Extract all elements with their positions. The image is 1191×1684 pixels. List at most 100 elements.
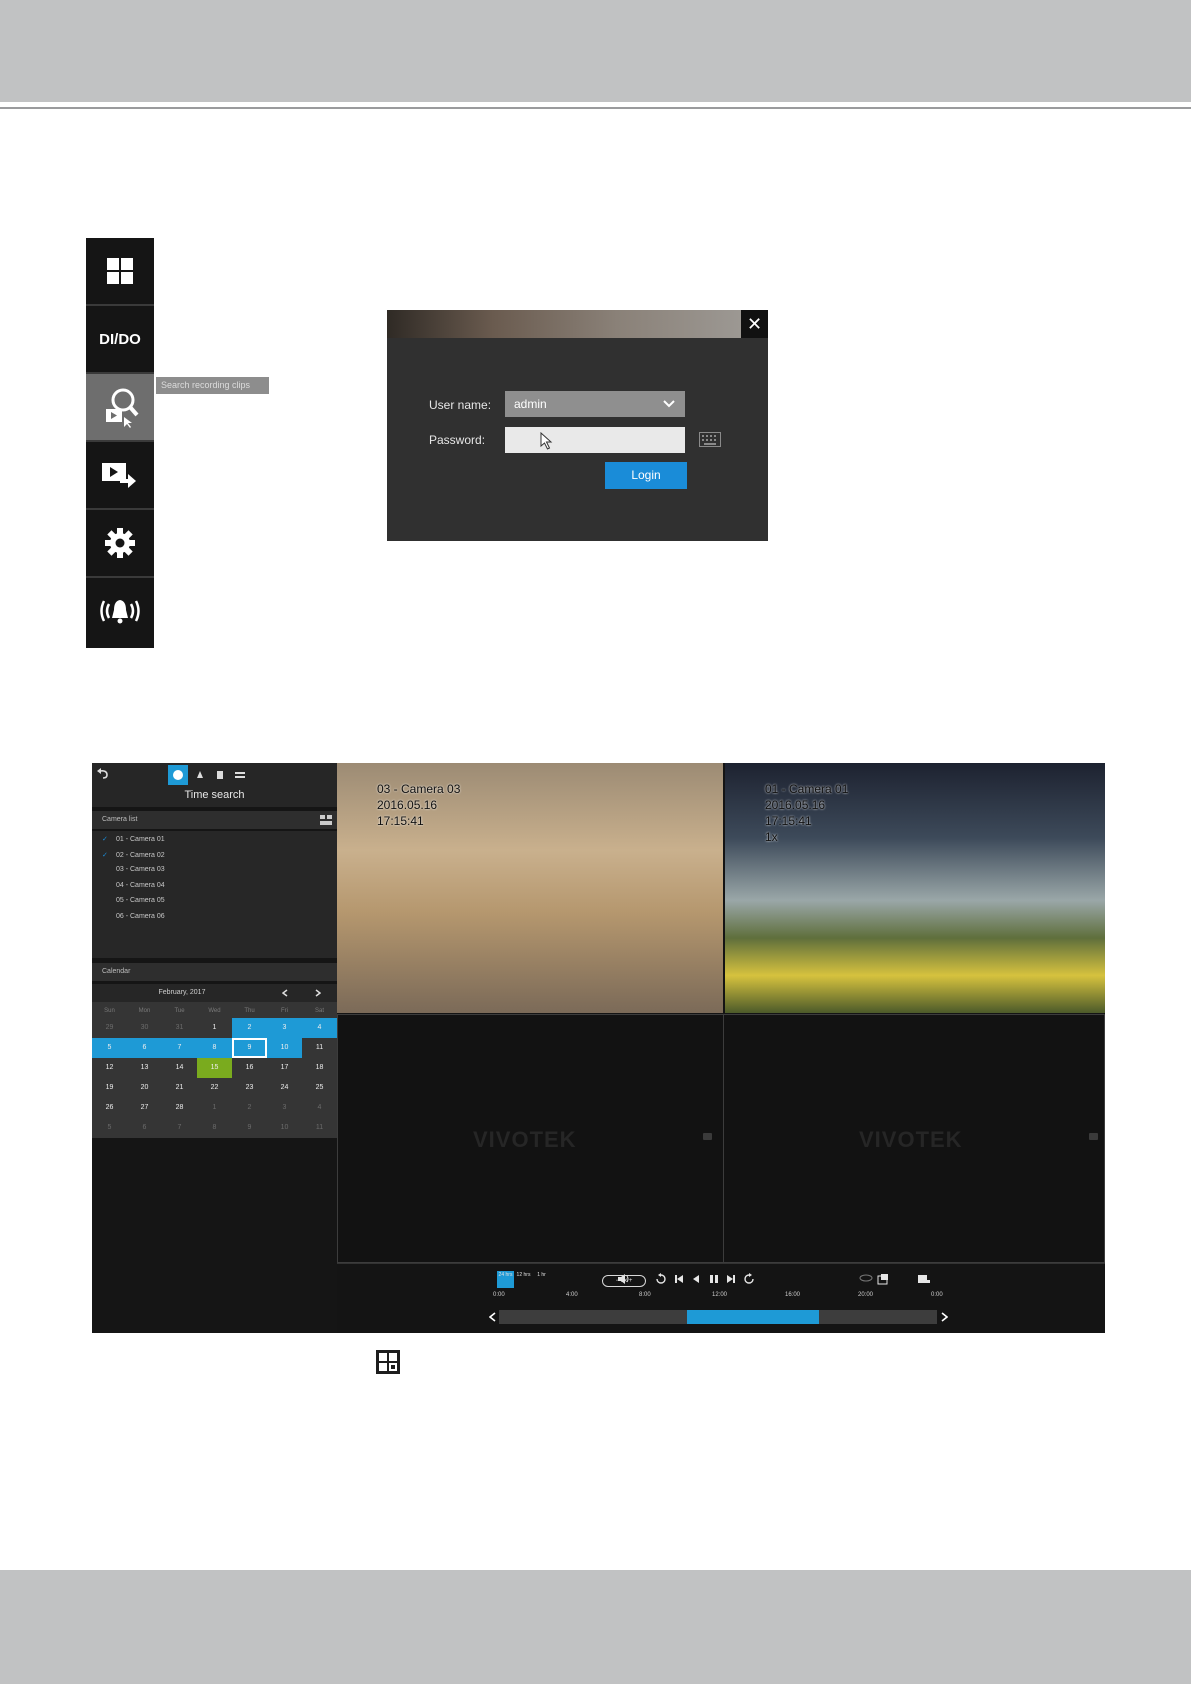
calendar-day[interactable]: 6 [127,1118,162,1138]
camera-list-item[interactable]: ✓ 02 - Camera 02 [102,851,165,859]
calendar-day[interactable]: 18 [302,1058,337,1078]
mask-button[interactable] [859,1273,873,1286]
chevron-left-icon[interactable] [489,1312,496,1322]
calendar-day[interactable]: 19 [92,1078,127,1098]
calendar: February, 2017 Sun Mon Tue Wed Thu Fri Sat 29 30… [92,984,337,1138]
time-search-tab[interactable] [168,765,188,785]
snapshot-button[interactable] [877,1273,889,1288]
password-field[interactable] [505,427,685,453]
close-button[interactable]: ✕ [741,310,768,338]
calendar-day[interactable]: 12 [92,1058,127,1078]
calendar-day[interactable]: 7 [162,1038,197,1058]
rewind-button[interactable] [655,1273,667,1288]
calendar-day[interactable]: 13 [127,1058,162,1078]
forward-button[interactable] [743,1273,755,1288]
camera-list-item[interactable]: ✓ 01 - Camera 01 [102,835,165,843]
login-banner-image [387,310,741,338]
list-tab[interactable] [230,765,250,785]
check-icon[interactable]: ✓ [102,835,116,843]
calendar-day[interactable]: 30 [127,1018,162,1038]
camera-list-title: Camera list [102,816,138,823]
calendar-day[interactable]: 31 [162,1018,197,1038]
calendar-day[interactable]: 24 [267,1078,302,1098]
camera-list-item[interactable]: 03 - Camera 03 [102,866,165,873]
export-clip-button[interactable] [917,1273,931,1288]
camera-list-item[interactable]: 05 - Camera 05 [102,897,165,904]
calendar-day[interactable]: 20 [127,1078,162,1098]
gear-icon [105,528,135,558]
video-cell-empty-3[interactable]: VIVOTEK [337,1014,724,1263]
calendar-day[interactable]: 15 [197,1058,232,1078]
calendar-day[interactable]: 27 [127,1098,162,1118]
calendar-day[interactable]: 1 [197,1018,232,1038]
reverse-play-button[interactable] [692,1273,700,1288]
calendar-day[interactable]: 11 [302,1118,337,1138]
layout-button[interactable] [86,238,154,304]
pause-button[interactable] [709,1273,719,1288]
calendar-day[interactable]: 3 [267,1018,302,1038]
calendar-day[interactable]: 8 [197,1118,232,1138]
calendar-day[interactable]: 17 [267,1058,302,1078]
calendar-day[interactable]: 2 [232,1018,267,1038]
calendar-day[interactable]: 9 [232,1038,267,1058]
previous-button[interactable] [674,1273,684,1288]
export-tab[interactable] [210,765,230,785]
settings-button[interactable] [86,510,154,576]
calendar-day[interactable]: 10 [267,1118,302,1138]
calendar-day[interactable]: 9 [232,1118,267,1138]
export-video-button[interactable] [86,442,154,508]
check-icon[interactable]: ✓ [102,851,116,859]
calendar-day[interactable]: 4 [302,1018,337,1038]
next-button[interactable] [726,1273,736,1288]
calendar-day[interactable]: 4 [302,1098,337,1118]
calendar-day[interactable]: 7 [162,1118,197,1138]
video-cell-camera-01[interactable]: 01 - Camera 01 2016.05.16 17:15:41 1x [725,763,1105,1013]
calendar-day[interactable]: 1 [197,1098,232,1118]
timeline-bar[interactable] [499,1310,937,1324]
dido-button[interactable]: DI/DO [86,306,154,372]
login-button[interactable]: Login [605,462,687,489]
calendar-day[interactable]: 11 [302,1038,337,1058]
header-rule [0,107,1191,109]
layout-icon[interactable] [320,815,332,825]
camera-list-item[interactable]: 06 - Camera 06 [102,913,165,920]
calendar-day[interactable]: 5 [92,1118,127,1138]
username-select[interactable]: admin [505,391,685,417]
timeline-ticks: 0:00 4:00 8:00 12:00 16:00 20:00 0:00 [493,1292,943,1304]
calendar-day[interactable]: 28 [162,1098,197,1118]
camera-list-item[interactable]: 04 - Camera 04 [102,882,165,889]
osd-camera-01: 01 - Camera 01 2016.05.16 17:15:41 1x [765,782,849,844]
chevron-left-icon[interactable] [282,989,288,997]
calendar-day[interactable]: 26 [92,1098,127,1118]
calendar-day[interactable]: 3 [267,1098,302,1118]
timeline-scale-button[interactable]: 12 hrs [515,1271,532,1288]
calendar-day[interactable]: 25 [302,1078,337,1098]
calendar-day[interactable]: 29 [92,1018,127,1038]
video-cell-camera-03[interactable]: 03 - Camera 03 2016.05.16 17:15:41 [337,763,723,1013]
video-cell-empty-4[interactable]: VIVOTEK [723,1014,1105,1263]
speed-increase[interactable]: + [627,1278,633,1284]
calendar-day[interactable]: 6 [127,1038,162,1058]
back-icon[interactable] [96,768,110,780]
alarm-button[interactable] [86,578,154,644]
event-search-tab[interactable] [190,765,210,785]
calendar-day[interactable]: 22 [197,1078,232,1098]
keyboard-icon[interactable] [699,432,721,447]
calendar-day[interactable]: 14 [162,1058,197,1078]
speed-control[interactable]: − 1x + [602,1275,646,1287]
camera-label: 01 - Camera 01 [116,836,165,843]
timeline-scale-button[interactable]: 1 hr [533,1271,550,1288]
calendar-day[interactable]: 2 [232,1098,267,1118]
calendar-day[interactable]: 16 [232,1058,267,1078]
timeline-scale-button[interactable]: 24 hrs [497,1271,514,1288]
calendar-day[interactable]: 8 [197,1038,232,1058]
calendar-day[interactable]: 5 [92,1038,127,1058]
export-icon [217,771,223,779]
chevron-right-icon[interactable] [315,989,321,997]
calendar-header: Calendar [92,963,337,981]
chevron-right-icon[interactable] [941,1312,948,1322]
calendar-day[interactable]: 23 [232,1078,267,1098]
search-recording-button[interactable] [86,374,154,440]
calendar-day[interactable]: 10 [267,1038,302,1058]
calendar-day[interactable]: 21 [162,1078,197,1098]
